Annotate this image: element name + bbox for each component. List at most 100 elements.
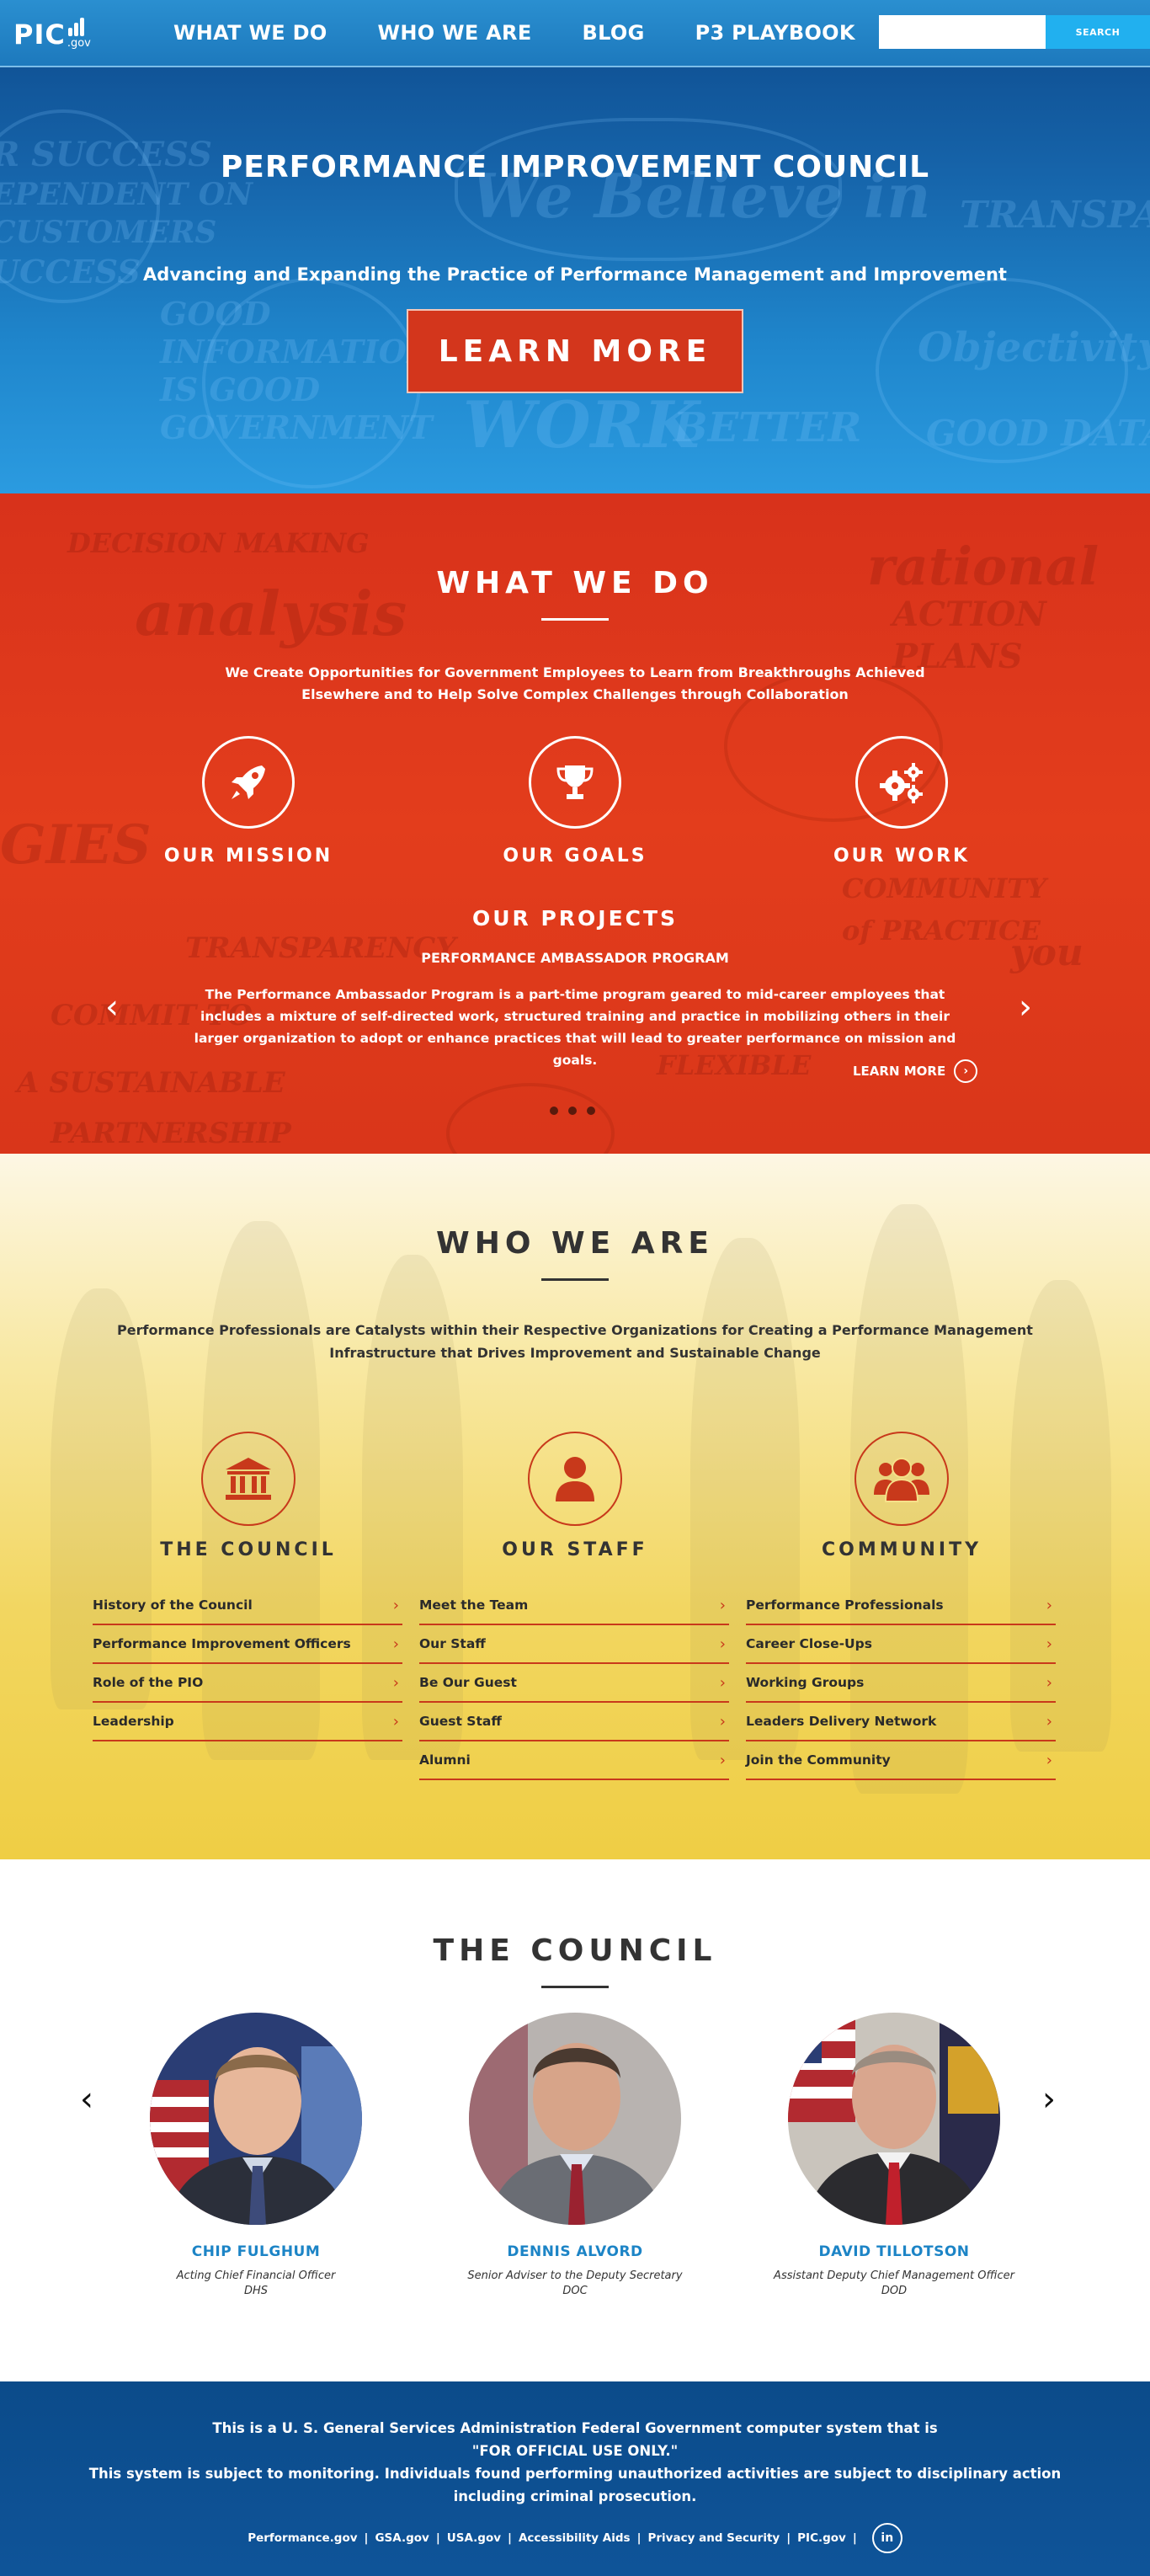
- our-projects-title: OUR PROJECTS: [471, 906, 679, 931]
- hero-doodle-text: WORK: [463, 387, 700, 462]
- separator: |: [636, 2531, 642, 2545]
- learn-more-label: LEARN MORE: [853, 1064, 946, 1079]
- linkedin-icon[interactable]: in: [871, 2523, 902, 2553]
- slider-dot[interactable]: [568, 1107, 577, 1115]
- footer-link-privacy-and-security[interactable]: Privacy and Security: [648, 2531, 780, 2545]
- logo-bars-icon: [67, 18, 84, 36]
- member-role: Senior Adviser to the Deputy Secretary: [467, 2269, 683, 2282]
- link-leaders-delivery-network[interactable]: Leaders Delivery Network ›: [746, 1703, 1056, 1741]
- member-role: Assistant Deputy Chief Management Office…: [774, 2269, 1014, 2282]
- council-links: History of the Council › Performance Impr…: [93, 1587, 402, 1741]
- logo-suffix: .gov: [67, 37, 91, 50]
- hero-doodle-text: GOOD DATA: [926, 413, 1150, 454]
- link-career-close-ups[interactable]: Career Close-Ups ›: [746, 1625, 1056, 1664]
- link-guest-staff[interactable]: Guest Staff ›: [419, 1703, 729, 1741]
- footer-link-usa-gov[interactable]: USA.gov: [447, 2531, 501, 2545]
- nav-blog[interactable]: BLOG: [583, 21, 645, 45]
- title-underline: [541, 618, 609, 621]
- council-icon-circle[interactable]: [201, 1432, 295, 1526]
- nav-what-we-do[interactable]: WHAT WE DO: [173, 21, 327, 45]
- link-be-our-guest[interactable]: Be Our Guest ›: [419, 1664, 729, 1703]
- slider-dot[interactable]: [587, 1107, 595, 1115]
- what-we-do-title: WHAT WE DO: [436, 566, 714, 600]
- rocket-icon: [232, 765, 265, 799]
- search-button[interactable]: SEARCH: [1046, 15, 1150, 49]
- chevron-right-icon: ›: [719, 1712, 726, 1731]
- main-nav: WHAT WE DO WHO WE ARE BLOG P3 PLAYBOOK: [173, 21, 906, 45]
- chevron-right-icon: ›: [719, 1635, 726, 1653]
- member-name[interactable]: DAVID TILLOTSON: [751, 2243, 1037, 2260]
- community-heading: COMMUNITY: [821, 1539, 982, 1560]
- nav-p3-playbook[interactable]: P3 PLAYBOOK: [695, 21, 855, 45]
- goals-circle[interactable]: [529, 736, 621, 829]
- member-name[interactable]: DENNIS ALVORD: [432, 2243, 718, 2260]
- link-performance-improvement-officers[interactable]: Performance Improvement Officers ›: [93, 1625, 402, 1664]
- member-photo-david-tillotson[interactable]: [788, 2013, 1000, 2225]
- project-learn-more-link[interactable]: LEARN MORE ›: [853, 1059, 978, 1083]
- mission-circle[interactable]: [202, 736, 295, 829]
- hero-doodle-text: INFORMATION: [160, 333, 436, 371]
- community-links: Performance Professionals › Career Close-…: [746, 1587, 1056, 1780]
- link-role-of-the-pio[interactable]: Role of the PIO ›: [93, 1664, 402, 1703]
- link-our-staff[interactable]: Our Staff ›: [419, 1625, 729, 1664]
- member-photo-chip-fulghum[interactable]: [150, 2013, 362, 2225]
- separator: |: [364, 2531, 369, 2545]
- council-prev-arrow[interactable]: ‹: [80, 2080, 93, 2119]
- wwd-doodle-text: COMMUNITY: [842, 872, 1046, 904]
- footer-disclaimer: This is a U. S. General Services Adminis…: [0, 2417, 1150, 2508]
- learn-more-button[interactable]: LEARN MORE: [407, 309, 743, 393]
- pic-logo[interactable]: PIC .gov: [13, 18, 140, 51]
- chevron-right-icon: ›: [392, 1712, 399, 1731]
- wwd-doodle-text: DECISION MAKING: [67, 527, 370, 559]
- our-mission-label[interactable]: OUR MISSION: [122, 845, 375, 867]
- slider-next-arrow[interactable]: ›: [1019, 990, 1032, 1024]
- person-icon: [556, 1457, 594, 1501]
- who-we-are-description: Performance Professionals are Catalysts …: [117, 1322, 1033, 1361]
- wwd-doodle-text: ACTION: [892, 595, 1046, 634]
- hero-doodle-text: IS GOOD: [160, 371, 321, 408]
- member-name[interactable]: CHIP FULGHUM: [113, 2243, 399, 2260]
- the-council-title: THE COUNCIL: [433, 1933, 717, 1968]
- our-work-label[interactable]: OUR WORK: [775, 845, 1028, 867]
- disclaimer-line: This is a U. S. General Services Adminis…: [212, 2420, 938, 2436]
- our-staff-heading: OUR STAFF: [502, 1539, 648, 1560]
- footer-link-gsa-gov[interactable]: GSA.gov: [375, 2531, 429, 2545]
- link-history-of-the-council[interactable]: History of the Council ›: [93, 1587, 402, 1625]
- footer-link-accessibility-aids[interactable]: Accessibility Aids: [519, 2531, 631, 2545]
- work-circle[interactable]: [855, 736, 948, 829]
- chevron-right-icon: ›: [719, 1673, 726, 1692]
- link-working-groups[interactable]: Working Groups ›: [746, 1664, 1056, 1703]
- chevron-right-icon: ›: [392, 1673, 399, 1692]
- member-photo-dennis-alvord[interactable]: [469, 2013, 681, 2225]
- footer-links: Performance.gov | GSA.gov | USA.gov | Acces…: [0, 2523, 1150, 2553]
- chevron-right-icon: ›: [719, 1751, 726, 1769]
- footer-link-performance-gov[interactable]: Performance.gov: [248, 2531, 357, 2545]
- chevron-right-icon: ›: [392, 1635, 399, 1653]
- footer-link-pic-gov[interactable]: PIC.gov: [797, 2531, 846, 2545]
- slider-dot[interactable]: [550, 1107, 558, 1115]
- council-next-arrow[interactable]: ›: [1042, 2080, 1056, 2119]
- gears-icon: [880, 763, 923, 803]
- hero-doodle-text: TRANSPARENC: [960, 194, 1150, 237]
- the-council-heading: THE COUNCIL: [160, 1539, 337, 1560]
- community-icon-circle[interactable]: [855, 1432, 949, 1526]
- nav-who-we-are[interactable]: WHO WE ARE: [378, 21, 532, 45]
- link-meet-the-team[interactable]: Meet the Team ›: [419, 1587, 729, 1625]
- member-role: Acting Chief Financial Officer: [176, 2269, 336, 2282]
- link-alumni[interactable]: Alumni ›: [419, 1741, 729, 1780]
- link-leadership[interactable]: Leadership ›: [93, 1703, 402, 1741]
- our-goals-label[interactable]: OUR GOALS: [449, 845, 701, 867]
- chevron-right-icon: ›: [1046, 1596, 1052, 1614]
- separator: |: [508, 2531, 512, 2545]
- link-join-the-community[interactable]: Join the Community ›: [746, 1741, 1056, 1780]
- disclaimer-line: This system is subject to monitoring. In…: [88, 2466, 1062, 2482]
- logo-text: PIC: [13, 19, 66, 51]
- who-we-are-title: WHO WE ARE: [436, 1226, 714, 1261]
- slider-prev-arrow[interactable]: ‹: [105, 990, 119, 1024]
- title-underline: [541, 1278, 609, 1281]
- wwd-doodle-text: PARTNERSHIP: [51, 1117, 291, 1150]
- search-input[interactable]: [879, 15, 1046, 49]
- separator: |: [435, 2531, 440, 2545]
- link-performance-professionals[interactable]: Performance Professionals ›: [746, 1587, 1056, 1625]
- staff-icon-circle[interactable]: [528, 1432, 622, 1526]
